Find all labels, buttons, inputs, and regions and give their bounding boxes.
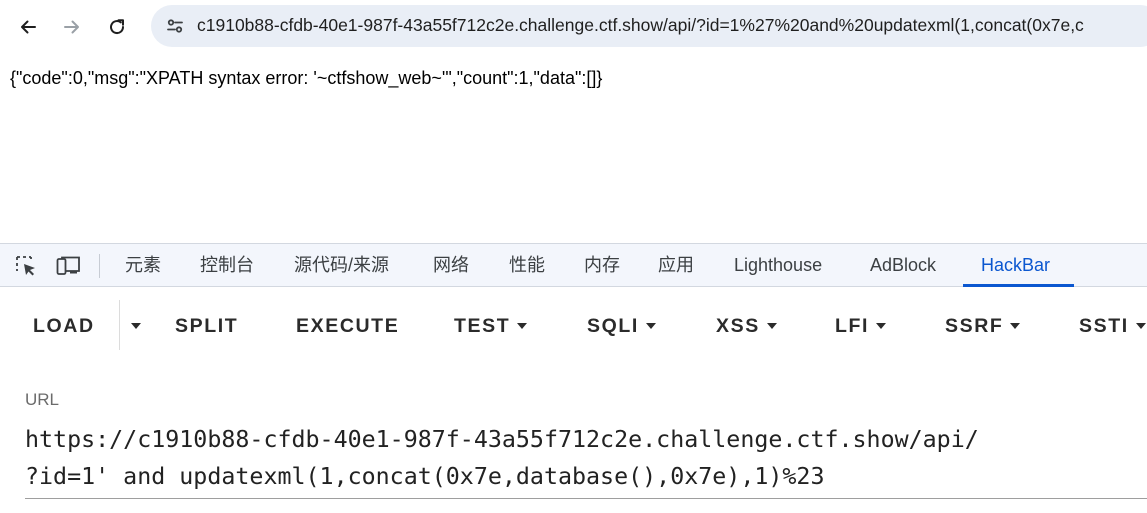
tab-lighthouse[interactable]: Lighthouse <box>734 244 822 287</box>
chevron-down-icon <box>517 323 528 329</box>
xss-button-label: XSS <box>716 315 760 337</box>
hackbar-panel: LOAD SPLIT EXECUTE TEST SQLI XSS LFI SSR… <box>0 287 1147 513</box>
chevron-down-icon <box>876 323 887 329</box>
load-button-label: LOAD <box>33 315 95 337</box>
reload-button[interactable] <box>101 11 133 43</box>
forward-button[interactable] <box>56 11 88 43</box>
browser-toolbar: c1910b88-cfdb-40e1-987f-43a55f712c2e.cha… <box>0 0 1147 54</box>
split-button[interactable]: SPLIT <box>175 311 238 341</box>
execute-button[interactable]: EXECUTE <box>296 311 399 341</box>
ssti-button-label: SSTI <box>1079 315 1129 337</box>
page-content: {"code":0,"msg":"XPATH syntax error: '~c… <box>0 54 1147 243</box>
ssrf-menu-button[interactable]: SSRF <box>945 311 1021 341</box>
ssti-menu-button[interactable]: SSTI <box>1079 311 1146 341</box>
tab-memory[interactable]: 内存 <box>584 244 620 287</box>
arrow-right-icon <box>64 20 79 34</box>
tab-sources[interactable]: 源代码/来源 <box>294 244 389 287</box>
xss-menu-button[interactable]: XSS <box>716 311 777 341</box>
url-field-label: URL <box>25 390 60 409</box>
site-info-icon[interactable] <box>161 12 189 40</box>
lfi-button-label: LFI <box>835 315 870 337</box>
load-dropdown-button[interactable] <box>124 311 141 341</box>
tab-application[interactable]: 应用 <box>658 244 694 287</box>
tab-console[interactable]: 控制台 <box>200 244 254 287</box>
url-textarea[interactable]: https://c1910b88-cfdb-40e1-987f-43a55f71… <box>25 421 1135 495</box>
sqli-button-label: SQLI <box>587 315 639 337</box>
tab-network[interactable]: 网络 <box>433 244 469 287</box>
device-toolbar-icon[interactable] <box>56 254 82 278</box>
back-button[interactable] <box>12 11 44 43</box>
arrow-left-icon <box>21 20 36 34</box>
reload-icon <box>110 19 125 35</box>
execute-button-label: EXECUTE <box>296 315 400 337</box>
chevron-down-icon <box>131 323 141 329</box>
chevron-down-icon <box>1135 323 1146 329</box>
test-menu-button[interactable]: TEST <box>454 311 528 341</box>
sqli-menu-button[interactable]: SQLI <box>587 311 656 341</box>
json-response-text: {"code":0,"msg":"XPATH syntax error: '~c… <box>10 68 603 88</box>
address-bar[interactable]: c1910b88-cfdb-40e1-987f-43a55f712c2e.cha… <box>151 5 1147 47</box>
tab-elements[interactable]: 元素 <box>125 244 161 287</box>
chevron-down-icon <box>1010 323 1021 329</box>
load-split-divider <box>119 300 120 350</box>
address-bar-url[interactable]: c1910b88-cfdb-40e1-987f-43a55f712c2e.cha… <box>197 15 1084 36</box>
url-line-1: https://c1910b88-cfdb-40e1-987f-43a55f71… <box>25 426 979 453</box>
load-button[interactable]: LOAD <box>33 311 95 341</box>
inspect-element-icon[interactable] <box>13 254 39 278</box>
tab-performance[interactable]: 性能 <box>509 244 545 287</box>
url-line-2: ?id=1' and updatexml(1,concat(0x7e,datab… <box>25 463 825 490</box>
tab-adblock[interactable]: AdBlock <box>870 244 936 287</box>
url-field-underline <box>25 498 1147 499</box>
chevron-down-icon <box>766 323 777 329</box>
tab-hackbar[interactable]: HackBar <box>981 244 1050 287</box>
test-button-label: TEST <box>454 315 511 337</box>
devtools-tab-strip: 元素 控制台 源代码/来源 网络 性能 内存 应用 Lighthouse AdB… <box>0 243 1147 287</box>
devtools-separator <box>99 254 100 278</box>
split-button-label: SPLIT <box>175 315 239 337</box>
ssrf-button-label: SSRF <box>945 315 1004 337</box>
chevron-down-icon <box>645 323 656 329</box>
lfi-menu-button[interactable]: LFI <box>835 311 887 341</box>
